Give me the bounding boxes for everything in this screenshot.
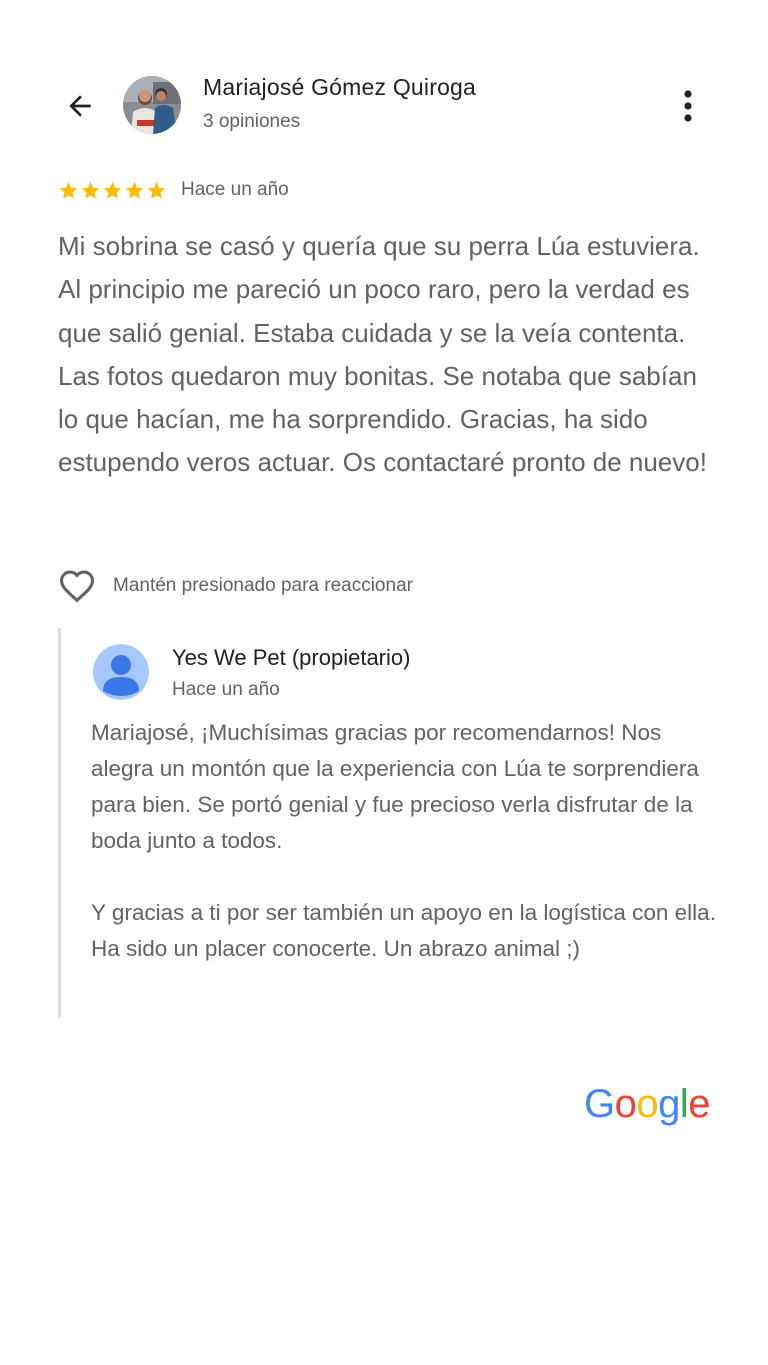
owner-reply-text: Mariajosé, ¡Muchísimas gracias por recom… [91,715,721,967]
back-button[interactable] [60,86,100,126]
owner-reply-date: Hace un año [172,679,280,700]
google-logo-letter: o [614,1082,637,1126]
reviewer-name[interactable]: Mariajosé Gómez Quiroga [203,74,476,101]
google-logo-letter: e [688,1082,711,1126]
star-icon [59,181,78,199]
reaction-hint: Mantén presionado para reaccionar [113,575,413,596]
rating-row: Hace un año [58,176,289,204]
google-logo-letter: o [636,1082,659,1126]
reviewer-avatar[interactable] [123,76,181,134]
more-options-button[interactable] [668,84,708,128]
default-avatar-icon [93,644,149,700]
google-logo-letter: g [658,1082,680,1126]
review-date: Hace un año [181,179,289,200]
owner-reply-paragraph: Y gracias a ti por ser también un apoyo … [91,900,716,961]
heart-outline-icon [59,570,95,603]
star-icon [103,181,122,199]
owner-avatar [93,644,149,700]
owner-reply: Yes We Pet (propietario) Hace un año Mar… [58,628,721,1018]
reaction-row: Mantén presionado para reaccionar [58,566,413,606]
react-button[interactable] [58,568,96,604]
owner-name: Yes We Pet (propietario) [172,645,411,670]
google-logo: Google [584,1082,711,1127]
star-icon [147,181,166,199]
star-icon [125,181,144,199]
reviewer-review-count: 3 opiniones [203,111,301,132]
back-arrow-icon [69,95,91,117]
review-text: Mi sobrina se casó y quería que su perra… [58,231,707,478]
google-logo-letter: l [679,1082,689,1126]
owner-reply-paragraph: Mariajosé, ¡Muchísimas gracias por recom… [91,720,699,853]
google-logo-letter: G [584,1082,615,1126]
header: Mariajosé Gómez Quiroga 3 opiniones [0,0,768,150]
star-rating [58,180,167,201]
more-vert-icon [684,90,692,122]
star-icon [81,181,100,199]
